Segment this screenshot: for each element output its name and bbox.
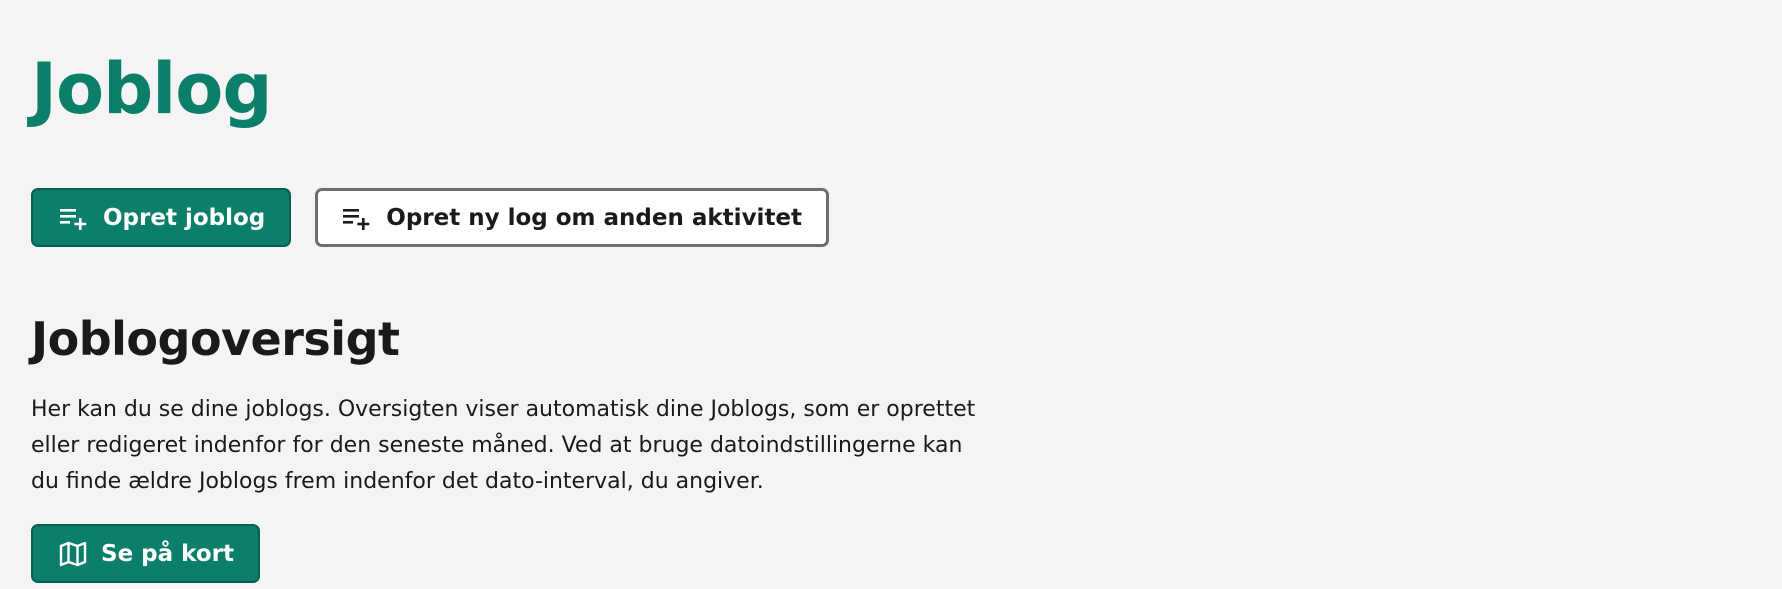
playlist-add-icon — [59, 205, 89, 231]
page-title: Joblog — [31, 48, 272, 130]
action-buttons: Opret joblog Opret ny log om anden aktiv… — [31, 188, 830, 247]
create-other-activity-label: Opret ny log om anden aktivitet — [386, 204, 803, 231]
create-joblog-button[interactable]: Opret joblog — [31, 188, 292, 247]
playlist-add-icon — [342, 205, 372, 231]
map-button-wrapper: Se på kort — [31, 524, 260, 583]
overview-title: Joblogoversigt — [31, 312, 400, 366]
overview-description: Her kan du se dine joblogs. Oversigten v… — [31, 397, 976, 494]
create-joblog-label: Opret joblog — [103, 204, 266, 231]
see-on-map-button[interactable]: Se på kort — [31, 524, 260, 583]
create-other-activity-button[interactable]: Opret ny log om anden aktivitet — [315, 188, 830, 247]
see-on-map-label: Se på kort — [101, 540, 234, 567]
map-icon — [59, 540, 87, 568]
